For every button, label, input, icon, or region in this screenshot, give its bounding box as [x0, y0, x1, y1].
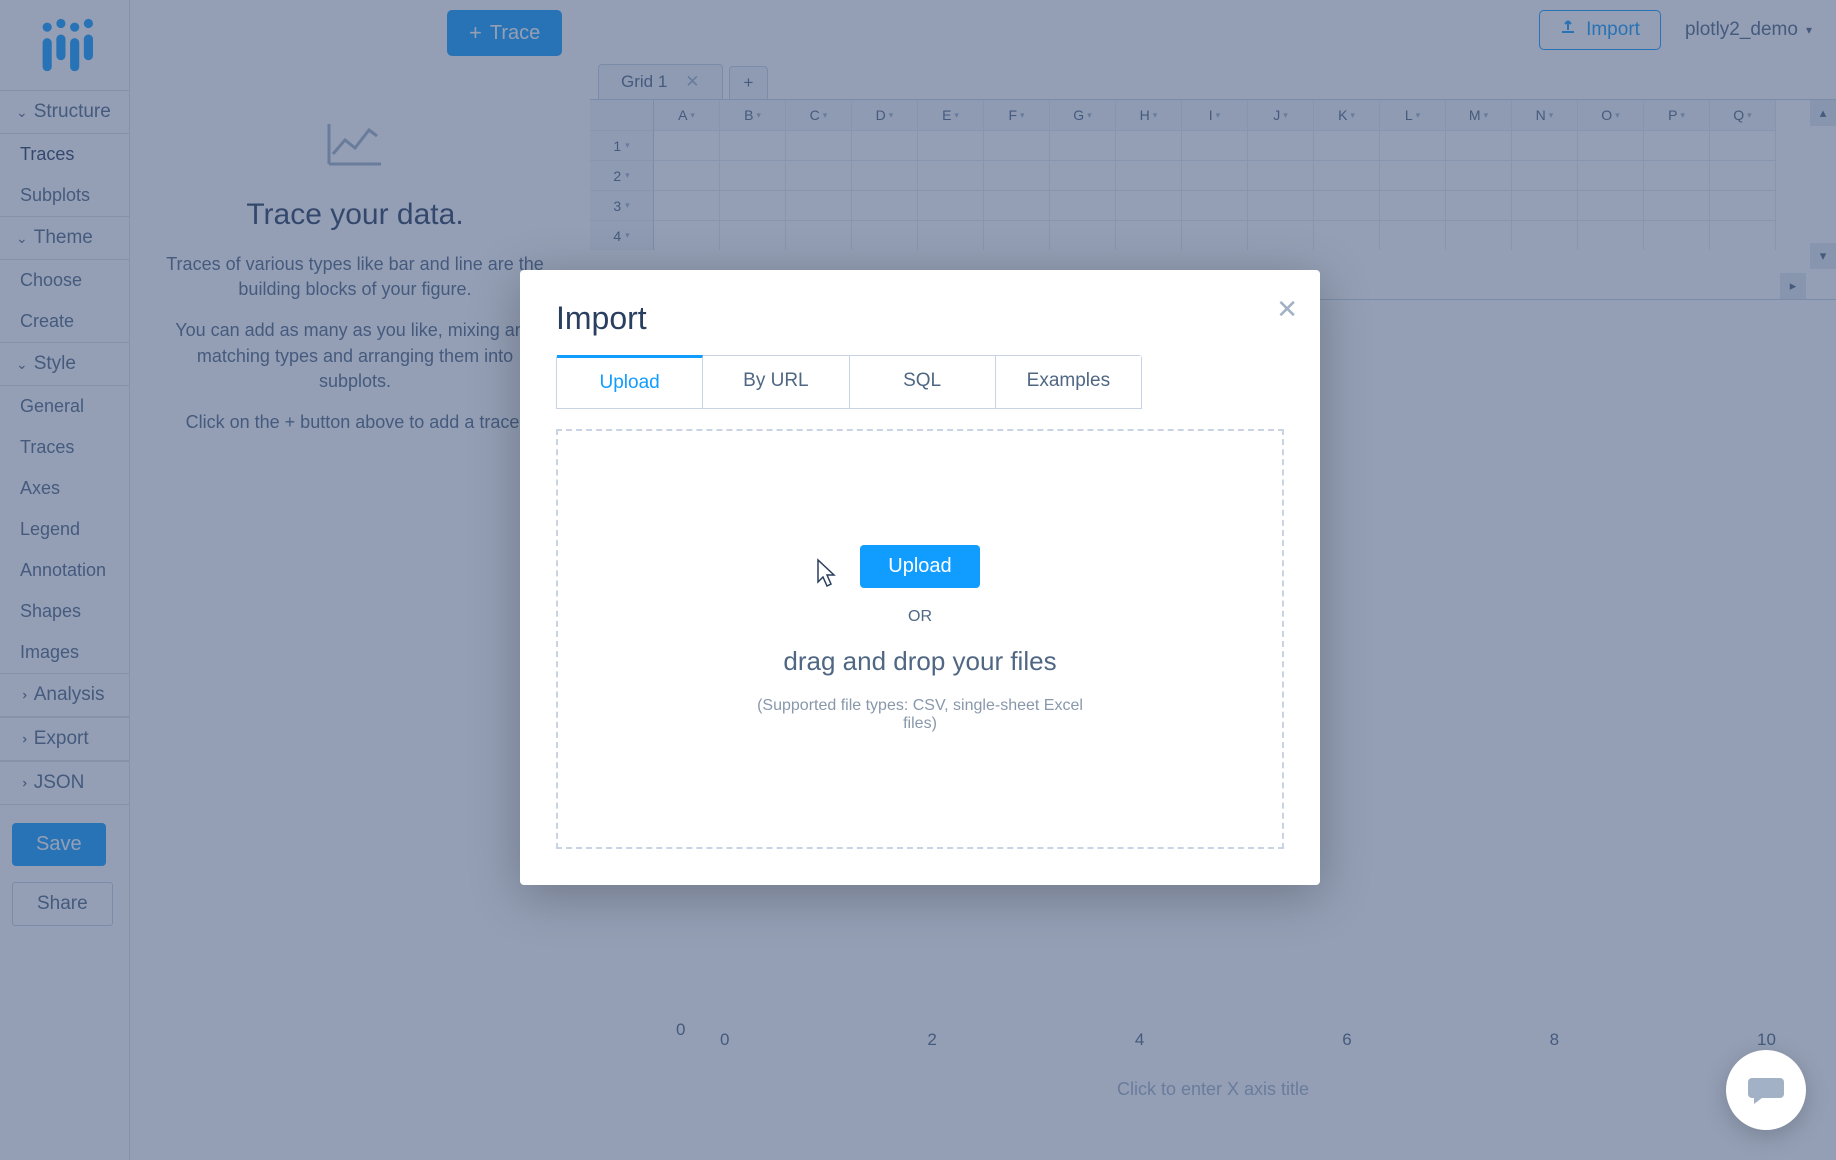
- drag-drop-label: drag and drop your files: [783, 646, 1056, 677]
- chat-widget[interactable]: [1726, 1050, 1806, 1130]
- close-icon[interactable]: ✕: [1276, 294, 1298, 325]
- chat-icon: [1746, 1070, 1786, 1110]
- tab-upload[interactable]: Upload: [557, 355, 703, 408]
- tab-by-url[interactable]: By URL: [703, 356, 849, 408]
- modal-title: Import: [556, 300, 1284, 337]
- tab-sql[interactable]: SQL: [850, 356, 996, 408]
- modal-tabs: Upload By URL SQL Examples: [556, 355, 1142, 409]
- supported-types-hint: (Supported file types: CSV, single-sheet…: [740, 697, 1100, 733]
- or-label: OR: [908, 608, 932, 626]
- upload-button[interactable]: Upload: [860, 545, 979, 588]
- tab-examples[interactable]: Examples: [996, 356, 1141, 408]
- import-modal: Import ✕ Upload By URL SQL Examples Uplo…: [520, 270, 1320, 885]
- upload-dropzone[interactable]: Upload OR drag and drop your files (Supp…: [556, 429, 1284, 849]
